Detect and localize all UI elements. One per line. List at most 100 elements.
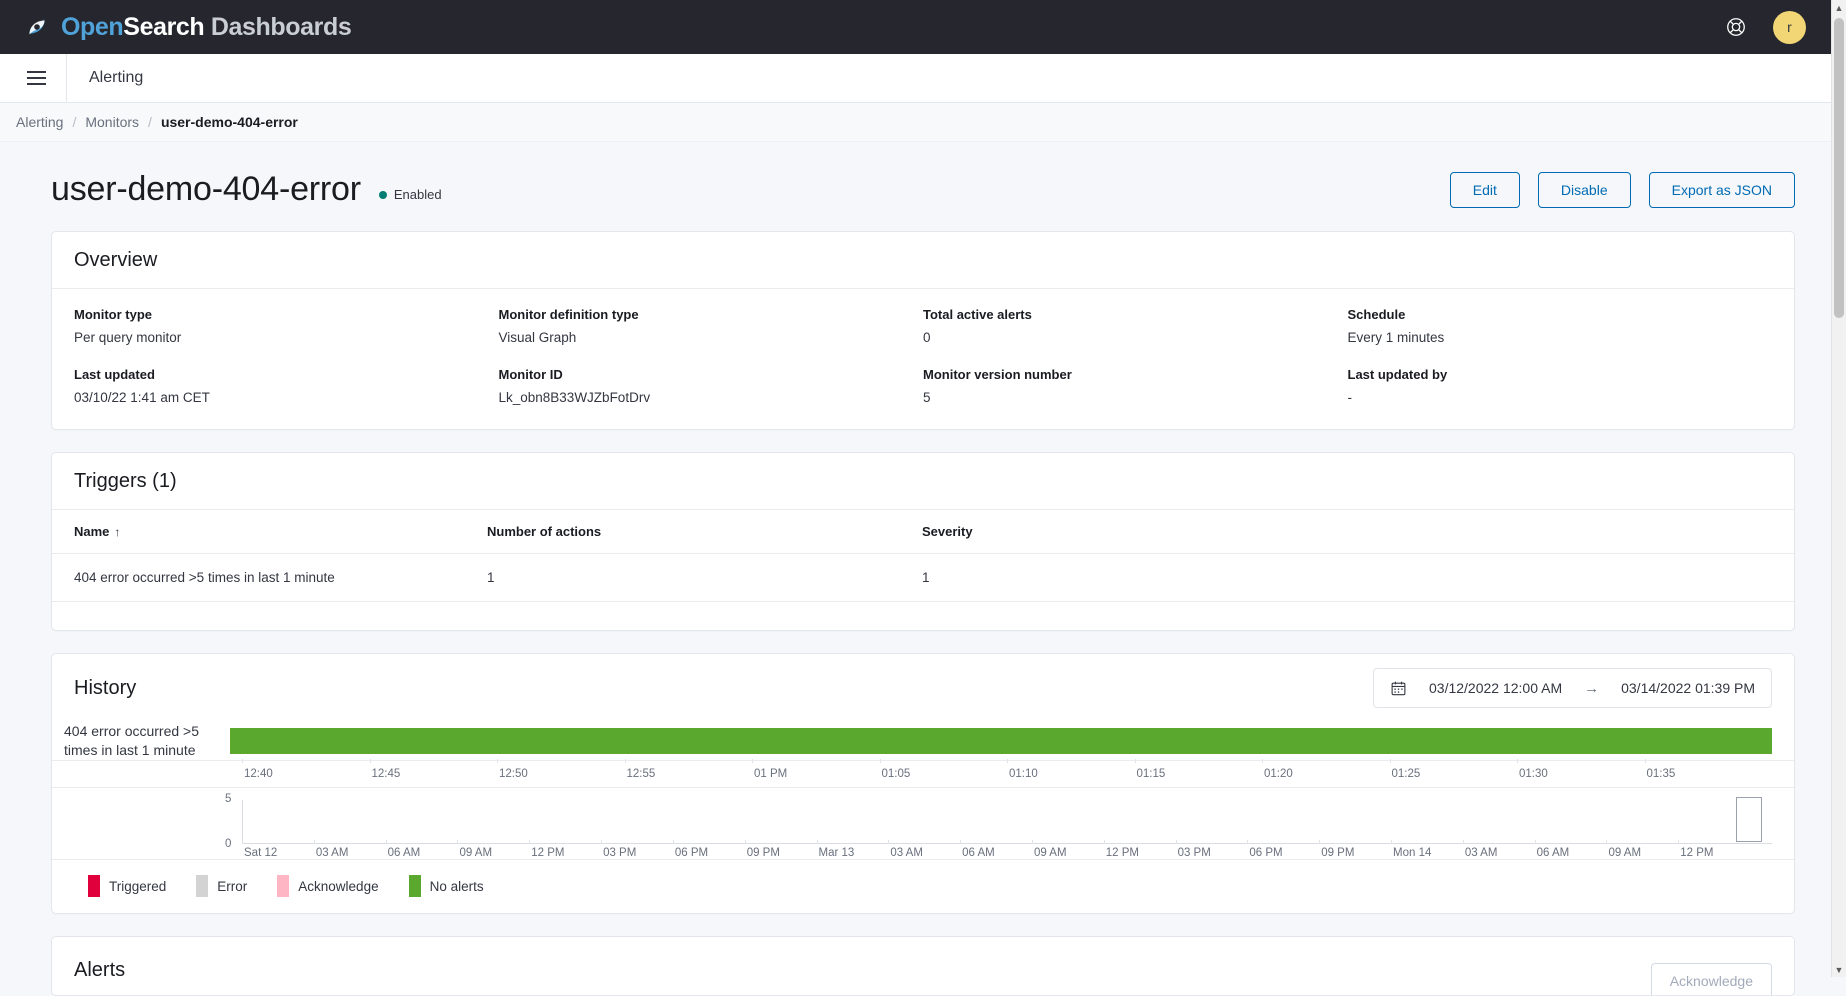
brush-axis-tick: Mar 13	[816, 840, 889, 859]
date-range-picker[interactable]: 03/12/2022 12:00 AM → 03/14/2022 01:39 P…	[1373, 668, 1772, 708]
brush-axis-tick: 12 PM	[529, 840, 601, 859]
scrollbar-thumb[interactable]	[1834, 18, 1844, 318]
page-header: user-demo-404-error Enabled Edit Disable…	[35, 142, 1811, 231]
column-label: Name	[74, 524, 110, 539]
export-as-json-button[interactable]: Export as JSON	[1648, 171, 1795, 208]
edit-button[interactable]: Edit	[1449, 171, 1520, 208]
brush-axis-tick: 06 AM	[960, 840, 1032, 859]
cell-severity: 1	[922, 553, 1794, 602]
column-header-severity[interactable]: Severity	[922, 509, 1794, 554]
column-header-number-of-actions[interactable]: Number of actions	[487, 509, 922, 554]
history-chart: 404 error occurred >5 times in last 1 mi…	[52, 722, 1794, 913]
history-timeline-row: 404 error occurred >5 times in last 1 mi…	[52, 722, 1794, 760]
breadcrumb: Alerting / Monitors / user-demo-404-erro…	[0, 103, 1846, 142]
brush-axis-tick: 12 PM	[1103, 840, 1176, 859]
brush-axis-tick: 03 AM	[888, 840, 960, 859]
legend-item-error[interactable]: Error	[196, 875, 247, 897]
field-value: Per query monitor	[74, 330, 182, 345]
brush-y-tick-top: 5	[225, 793, 232, 805]
brand-open: Open	[61, 12, 124, 41]
field-value: Visual Graph	[498, 330, 577, 345]
field-value: Every 1 minutes	[1347, 330, 1445, 345]
brush-axis-tick: 06 AM	[1534, 840, 1607, 859]
brush-axis-tick: 03 PM	[1175, 840, 1248, 859]
axis-tick-list: 12:40 12:45 12:50 12:55 01 PM 01:05 01:1…	[242, 759, 1773, 780]
overview-field-monitor-definition-type: Monitor definition type Visual Graph	[499, 307, 924, 345]
history-timeline-track[interactable]	[230, 728, 1772, 754]
breadcrumb-separator: /	[72, 114, 77, 130]
hamburger-line	[26, 77, 46, 79]
breadcrumb-item-monitors[interactable]: Monitors	[85, 114, 139, 130]
brush-plot-area[interactable]: 5 0	[225, 793, 1772, 850]
scroll-up-icon[interactable]: ▲	[1832, 0, 1846, 15]
date-range-start[interactable]: 03/12/2022 12:00 AM	[1429, 680, 1562, 696]
alerts-panel: Alerts Acknowledge	[51, 936, 1795, 996]
history-trigger-label: 404 error occurred >5 times in last 1 mi…	[64, 723, 200, 758]
breadcrumb-separator: /	[148, 114, 152, 130]
opensearch-dashboards-logo[interactable]: OpenSearch Dashboards	[22, 12, 352, 42]
date-range-arrow-icon: →	[1584, 679, 1600, 697]
brush-axis-tick: 03 AM	[1462, 840, 1535, 859]
overview-field-last-updated: Last updated 03/10/22 1:41 am CET	[74, 367, 499, 405]
field-label: Monitor ID	[498, 367, 563, 382]
axis-tick: 01:35	[1644, 759, 1773, 780]
axis-tick: 12:40	[242, 759, 370, 780]
legend-item-triggered[interactable]: Triggered	[88, 875, 166, 897]
history-brush-chart[interactable]: 5 0 Sat 12 03 AM 06 AM 09 AM 12 PM 03 PM…	[52, 787, 1794, 859]
overview-field-total-active-alerts: Total active alerts 0	[923, 307, 1348, 345]
breadcrumb-item-alerting[interactable]: Alerting	[16, 114, 63, 130]
help-lifebuoy-icon[interactable]	[1725, 16, 1747, 38]
sort-ascending-icon: ↑	[114, 525, 121, 539]
overview-field-monitor-version-number: Monitor version number 5	[923, 367, 1348, 405]
page-header-actions: Edit Disable Export as JSON	[1449, 171, 1795, 208]
brush-axis-tick: 06 PM	[1247, 840, 1319, 859]
field-value: Lk_obn8B33WJZbFotDrv	[498, 390, 651, 405]
app-nav-bar: Alerting	[0, 53, 1846, 103]
date-range-end[interactable]: 03/14/2022 01:39 PM	[1621, 680, 1755, 696]
overview-fields: Monitor type Per query monitor Monitor d…	[52, 289, 1794, 429]
brush-axis-tick: Sat 12	[242, 840, 314, 859]
hamburger-line	[26, 83, 46, 85]
opensearch-mark-icon	[29, 19, 45, 35]
field-label: Schedule	[1347, 307, 1406, 322]
legend-label: Acknowledge	[298, 878, 379, 894]
triggers-table: Name ↑ Number of actions Severity 404 err…	[52, 509, 1794, 602]
hamburger-menu-icon[interactable]	[14, 56, 58, 100]
overview-field-monitor-id: Monitor ID Lk_obn8B33WJZbFotDrv	[499, 367, 924, 405]
app-title: Alerting	[89, 69, 144, 86]
top-header-bar: OpenSearch Dashboards r	[0, 0, 1846, 54]
history-no-alerts-bar[interactable]	[230, 728, 1772, 754]
scroll-down-icon[interactable]: ▼	[1832, 962, 1846, 977]
history-panel: History 03/12/2022 12:00 AM → 03/14/2022…	[51, 653, 1795, 914]
field-label: Monitor type	[74, 307, 152, 322]
brush-axis-tick: 12 PM	[1678, 840, 1750, 859]
acknowledge-button[interactable]: Acknowledge	[1650, 963, 1772, 995]
legend-label: Triggered	[109, 878, 167, 894]
disable-button[interactable]: Disable	[1537, 171, 1631, 208]
brand-wordmark: OpenSearch Dashboards	[61, 12, 352, 42]
legend-swatch-triggered	[88, 875, 100, 897]
axis-tick: 12:45	[369, 759, 498, 780]
legend-item-no-alerts[interactable]: No alerts	[408, 875, 484, 897]
column-header-name[interactable]: Name ↑	[52, 509, 487, 554]
avatar[interactable]: r	[1773, 10, 1806, 44]
brand-search: Search	[123, 12, 205, 41]
legend-item-acknowledge[interactable]: Acknowledge	[277, 875, 379, 897]
breadcrumb-item-current: user-demo-404-error	[160, 114, 298, 130]
status-dot-icon	[378, 190, 387, 199]
brush-axis-tick: 06 AM	[385, 840, 458, 859]
page-scrollbar[interactable]: ▲ ▼	[1831, 0, 1846, 977]
field-label: Last updated	[74, 367, 155, 382]
brush-selection-handle[interactable]	[1736, 797, 1762, 842]
history-time-axis: 12:40 12:45 12:50 12:55 01 PM 01:05 01:1…	[52, 759, 1794, 787]
brush-axis-tick: 09 AM	[1606, 840, 1678, 859]
field-label: Last updated by	[1347, 367, 1448, 382]
cell-trigger-name: 404 error occurred >5 times in last 1 mi…	[52, 553, 487, 602]
axis-tick: 01:20	[1262, 759, 1390, 780]
overview-title: Overview	[74, 249, 158, 271]
axis-tick: 01:30	[1517, 759, 1645, 780]
hamburger-line	[26, 71, 46, 73]
calendar-icon[interactable]	[1390, 680, 1407, 697]
axis-tick: 12:50	[497, 759, 625, 780]
overview-field-schedule: Schedule Every 1 minutes	[1348, 307, 1773, 345]
